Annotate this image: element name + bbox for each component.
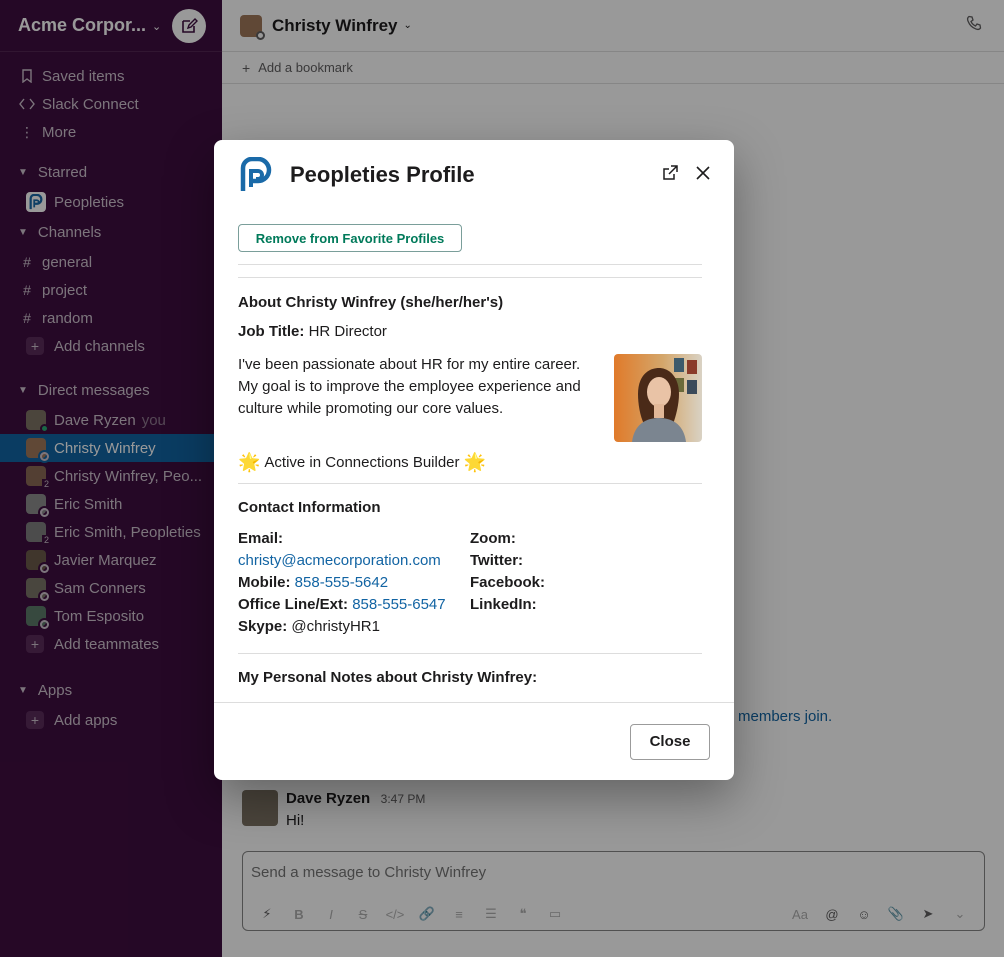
star-icon: 🌟: [238, 452, 261, 472]
divider: [238, 277, 702, 278]
mobile-link[interactable]: 858-555-5642: [295, 574, 388, 591]
divider: [238, 653, 702, 654]
job-title-value: HR Director: [308, 323, 387, 340]
divider: [238, 483, 702, 484]
job-title: Job Title: HR Director: [238, 323, 702, 340]
notes-title: My Personal Notes about Christy Winfrey:: [238, 669, 538, 686]
job-title-label: Job Title:: [238, 323, 305, 340]
modal-header: Peopleties Profile: [214, 140, 734, 210]
about-title: About Christy Winfrey (she/her/her's): [238, 294, 504, 311]
zoom-label: Zoom:: [470, 530, 516, 547]
skype-label: Skype:: [238, 618, 288, 635]
email-link[interactable]: christy@acmecorporation.com: [238, 552, 441, 569]
remove-favorite-button[interactable]: Remove from Favorite Profiles: [238, 224, 462, 252]
peopleties-logo-icon: [240, 157, 272, 191]
skype-value: @christyHR1: [291, 618, 380, 635]
star-icon: 🌟: [463, 452, 486, 472]
bio-text: I've been passionate about HR for my ent…: [238, 356, 581, 417]
facebook-label: Facebook:: [470, 574, 546, 591]
profile-photo: [614, 354, 702, 442]
contact-info: Email: christy@acmecorporation.com Mobil…: [238, 530, 702, 640]
close-icon[interactable]: [696, 165, 710, 185]
external-link-icon[interactable]: [662, 164, 678, 186]
profile-modal: Peopleties Profile Remove from Favorite …: [214, 140, 734, 780]
office-label: Office Line/Ext:: [238, 596, 349, 613]
divider: [238, 264, 702, 265]
linkedin-label: LinkedIn:: [470, 596, 537, 613]
close-button[interactable]: Close: [630, 723, 710, 760]
active-badge: 🌟 Active in Connections Builder 🌟: [238, 452, 702, 473]
active-text: Active in Connections Builder: [264, 454, 460, 471]
contact-title: Contact Information: [238, 499, 381, 516]
email-label: Email:: [238, 530, 284, 547]
modal-footer: Close: [214, 702, 734, 780]
modal-title: Peopleties Profile: [290, 162, 475, 187]
office-link[interactable]: 858-555-6547: [352, 596, 445, 613]
mobile-label: Mobile:: [238, 574, 291, 591]
modal-body[interactable]: Remove from Favorite Profiles About Chri…: [214, 210, 734, 702]
twitter-label: Twitter:: [470, 552, 524, 569]
